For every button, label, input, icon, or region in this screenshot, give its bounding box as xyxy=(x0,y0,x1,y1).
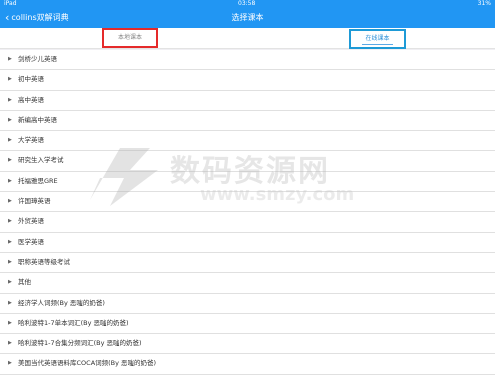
list-item[interactable]: ▶ 许国璋英语 xyxy=(0,192,495,213)
list-item[interactable]: ▶ 医学英语 xyxy=(0,232,495,253)
triangle-right-icon: ▶ xyxy=(8,299,12,306)
triangle-right-icon: ▶ xyxy=(8,238,12,245)
triangle-right-icon: ▶ xyxy=(8,319,12,326)
list-item[interactable]: ▶ 美国当代英语语料库COCA词频(By 恶嗤的奶爸) xyxy=(0,354,495,375)
tab-local-books[interactable]: 本地课本 xyxy=(102,28,158,48)
list-item[interactable]: ▶ 剑桥少儿英语 xyxy=(0,50,495,71)
triangle-right-icon: ▶ xyxy=(8,360,12,367)
list-item[interactable]: ▶ 外贸英语 xyxy=(0,212,495,233)
list-item[interactable]: ▶ 其他 xyxy=(0,273,495,294)
triangle-right-icon: ▶ xyxy=(8,198,12,205)
battery-level: 31% xyxy=(477,0,491,7)
triangle-right-icon: ▶ xyxy=(8,258,12,265)
triangle-right-icon: ▶ xyxy=(8,218,12,225)
list-item[interactable]: ▶ 托福雅思GRE xyxy=(0,171,495,193)
triangle-right-icon: ▶ xyxy=(8,279,12,286)
page-title: 选择课本 xyxy=(231,13,264,22)
device-label: iPad xyxy=(4,0,17,7)
list-item[interactable]: ▶ 研究生入学考试 xyxy=(0,151,495,172)
tab-local-label: 本地课本 xyxy=(117,34,142,41)
status-bar: iPad 03:58 31% xyxy=(0,0,495,8)
list-item[interactable]: ▶ 大学英语 xyxy=(0,131,495,152)
triangle-right-icon: ▶ xyxy=(8,137,12,144)
triangle-right-icon: ▶ xyxy=(8,76,12,83)
book-list: ▶ 剑桥少儿英语 ▶ 初中英语 ▶ 高中英语 ▶ 新编高中英语 ▶ 大学英语 ▶ 研究生入学… xyxy=(0,50,495,375)
triangle-right-icon: ▶ xyxy=(8,157,12,164)
nav-bar: ‹ collins双解词典 选择课本 xyxy=(0,8,495,28)
triangle-right-icon: ▶ xyxy=(8,340,12,347)
triangle-right-icon: ▶ xyxy=(8,116,12,123)
triangle-right-icon: ▶ xyxy=(8,177,12,184)
triangle-right-icon: ▶ xyxy=(8,56,12,62)
list-item[interactable]: ▶ 职称英语等级考试 xyxy=(0,252,495,274)
list-item[interactable]: ▶ 初中英语 xyxy=(0,70,495,91)
list-item[interactable]: ▶ 高中英语 xyxy=(0,90,495,111)
segment-tabs: 本地课本 在线课本 xyxy=(0,28,495,49)
triangle-right-icon: ▶ xyxy=(8,96,12,103)
tab-online-books[interactable]: 在线课本 xyxy=(349,29,406,49)
list-item[interactable]: ▶ 新编高中英语 xyxy=(0,110,495,132)
list-item[interactable]: ▶ 哈利波特1-7合集分频词汇(By 恶嗤的奶爸) xyxy=(0,334,495,355)
status-time: 03:58 xyxy=(238,0,256,7)
active-tab-indicator xyxy=(362,44,393,45)
list-item[interactable]: ▶ 经济学人词频(By 恶嗤的奶爸) xyxy=(0,293,495,314)
list-item[interactable]: ▶ 哈利波特1-7单本词汇(By 恶嗤的奶爸) xyxy=(0,313,495,335)
